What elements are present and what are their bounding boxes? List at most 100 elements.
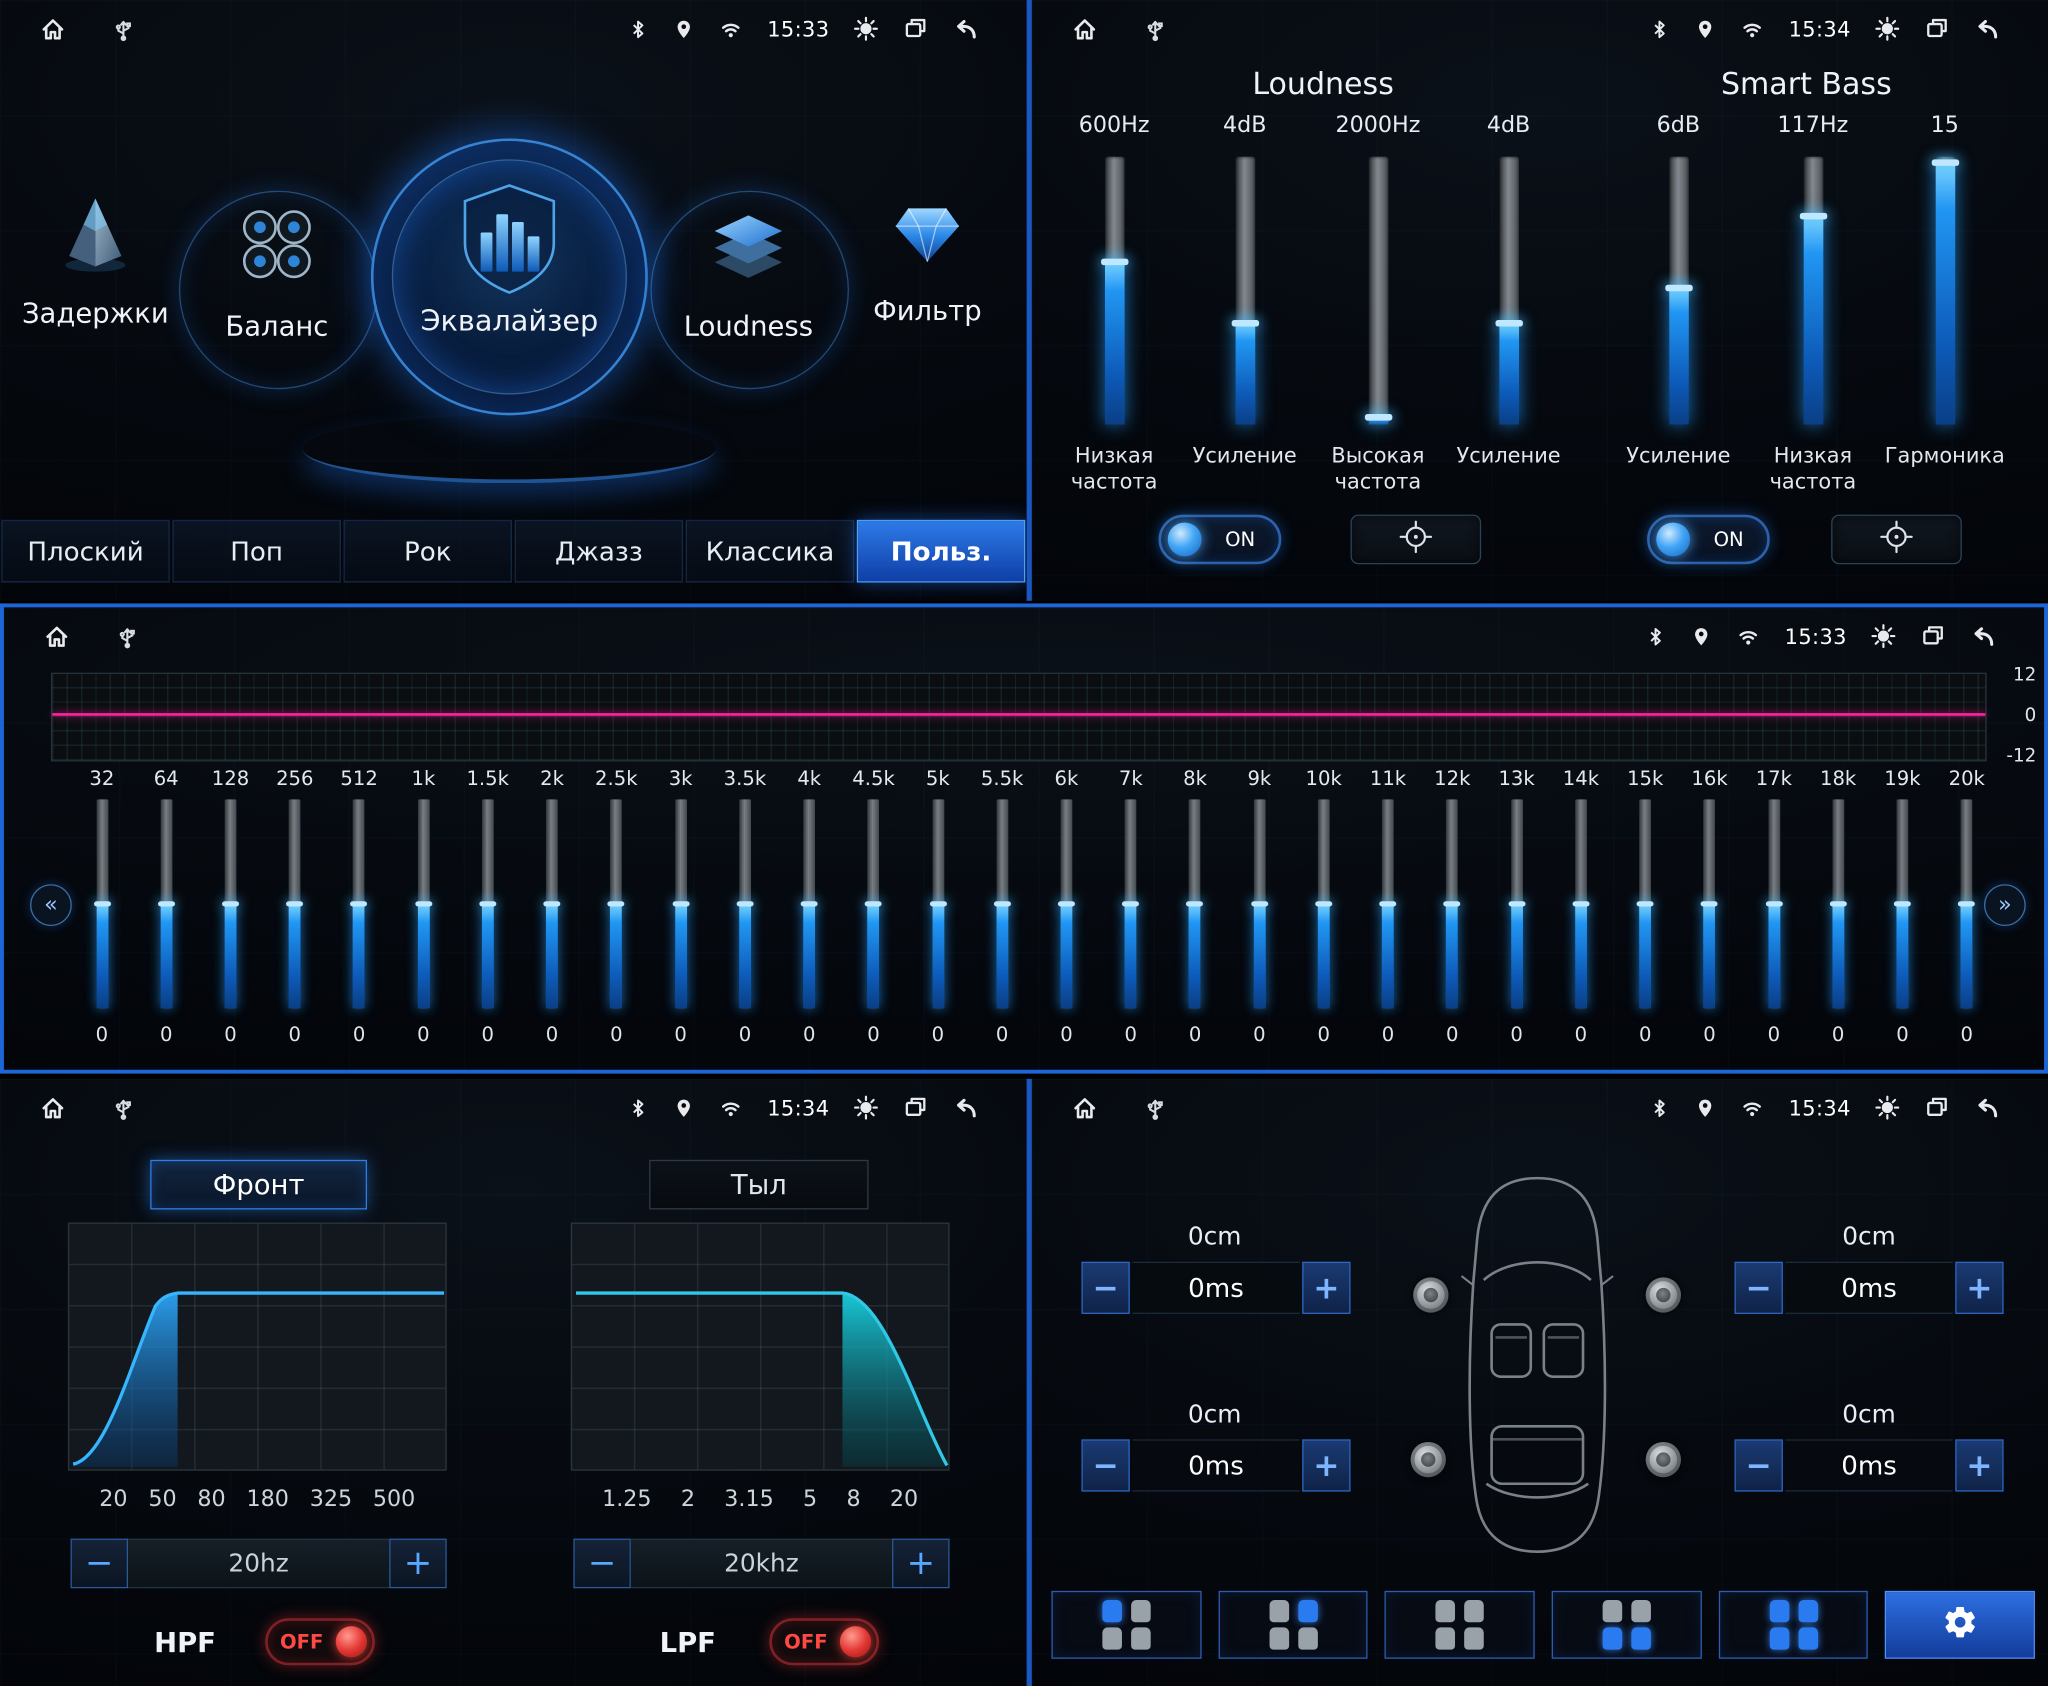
eq-band-slider[interactable]: [1704, 799, 1716, 1008]
recent-apps-icon[interactable]: [1920, 623, 1946, 649]
prev-page-arrow[interactable]: «: [30, 884, 72, 926]
menu-item-delays[interactable]: Задержки: [16, 191, 175, 329]
home-icon[interactable]: [1071, 15, 1098, 42]
delay-minus-button[interactable]: −: [1735, 1262, 1783, 1314]
eq-band-slider[interactable]: [353, 799, 365, 1008]
brightness-icon[interactable]: [1870, 623, 1896, 649]
slider-track[interactable]: [1235, 157, 1255, 425]
lpf-minus-button[interactable]: −: [573, 1539, 630, 1589]
eq-band-slider[interactable]: [1961, 799, 1973, 1008]
brightness-icon[interactable]: [1874, 16, 1900, 42]
eq-band-slider[interactable]: [418, 799, 430, 1008]
preset-button[interactable]: Плоский: [1, 520, 169, 583]
brightness-icon[interactable]: [1874, 1095, 1900, 1121]
loudness-on-toggle[interactable]: ON: [1159, 515, 1282, 565]
eq-band: 12k 0: [1430, 767, 1474, 1047]
menu-item-balance[interactable]: Баланс: [179, 199, 375, 343]
tab-front[interactable]: Фронт: [150, 1160, 367, 1210]
recent-apps-icon[interactable]: [1924, 1095, 1950, 1121]
eq-band-slider[interactable]: [482, 799, 494, 1008]
eq-band-slider[interactable]: [1575, 799, 1587, 1008]
eq-band-slider[interactable]: [996, 799, 1008, 1008]
band-value: 0: [932, 1023, 944, 1047]
listening-position-button[interactable]: [1218, 1591, 1368, 1659]
eq-band-slider[interactable]: [610, 799, 622, 1008]
eq-band-slider[interactable]: [1189, 799, 1201, 1008]
preset-button[interactable]: Поп: [172, 520, 340, 583]
recent-apps-icon[interactable]: [903, 16, 929, 42]
delay-plus-button[interactable]: +: [1302, 1262, 1350, 1314]
eq-band-slider[interactable]: [803, 799, 815, 1008]
back-icon[interactable]: [952, 1094, 979, 1121]
slider-track[interactable]: [1803, 157, 1823, 425]
loudness-tune-button[interactable]: [1351, 515, 1482, 565]
back-icon[interactable]: [1974, 1094, 2001, 1121]
preset-button[interactable]: Польз.: [857, 520, 1025, 583]
delay-minus-button[interactable]: −: [1081, 1439, 1129, 1491]
slider-track[interactable]: [1669, 157, 1689, 425]
home-icon[interactable]: [39, 1094, 66, 1121]
tab-rear[interactable]: Тыл: [649, 1160, 868, 1210]
eq-band-slider[interactable]: [868, 799, 880, 1008]
slider-track[interactable]: [1935, 157, 1955, 425]
eq-band-slider[interactable]: [739, 799, 751, 1008]
back-icon[interactable]: [1970, 622, 1997, 649]
delay-plus-button[interactable]: +: [1302, 1439, 1350, 1491]
lpf-plus-button[interactable]: +: [892, 1539, 949, 1589]
slider-track[interactable]: [1499, 157, 1519, 425]
eq-band-slider[interactable]: [1639, 799, 1651, 1008]
slider-track[interactable]: [1104, 157, 1124, 425]
eq-band-slider[interactable]: [1254, 799, 1266, 1008]
smartbass-tune-button[interactable]: [1831, 515, 1962, 565]
recent-apps-icon[interactable]: [903, 1095, 929, 1121]
eq-band-slider[interactable]: [1125, 799, 1137, 1008]
recent-apps-icon[interactable]: [1924, 16, 1950, 42]
slider-track[interactable]: [1368, 157, 1388, 425]
listening-position-button[interactable]: [1552, 1591, 1702, 1659]
eq-band-slider[interactable]: [225, 799, 237, 1008]
preset-button[interactable]: Рок: [344, 520, 512, 583]
hpf-plus-button[interactable]: +: [389, 1539, 446, 1589]
eq-band-slider[interactable]: [1768, 799, 1780, 1008]
brightness-icon[interactable]: [853, 1095, 879, 1121]
delay-plus-button[interactable]: +: [1955, 1262, 2003, 1314]
delay-plus-button[interactable]: +: [1955, 1439, 2003, 1491]
back-icon[interactable]: [952, 15, 979, 42]
slider-fill: [1061, 904, 1073, 1008]
home-icon[interactable]: [43, 622, 70, 649]
eq-band-slider[interactable]: [1832, 799, 1844, 1008]
listening-position-button[interactable]: [1051, 1591, 1201, 1659]
brightness-icon[interactable]: [853, 16, 879, 42]
listening-position-button[interactable]: [1718, 1591, 1868, 1659]
preset-button[interactable]: Классика: [686, 520, 854, 583]
eq-band-slider[interactable]: [1318, 799, 1330, 1008]
eq-band-slider[interactable]: [1511, 799, 1523, 1008]
lpf-off-toggle[interactable]: OFF: [769, 1618, 879, 1665]
eq-band-slider[interactable]: [1382, 799, 1394, 1008]
delay-minus-button[interactable]: −: [1081, 1262, 1129, 1314]
next-page-arrow[interactable]: »: [1984, 884, 2026, 926]
preset-button[interactable]: Джазз: [515, 520, 683, 583]
eq-band-slider[interactable]: [96, 799, 108, 1008]
back-icon[interactable]: [1974, 15, 2001, 42]
menu-item-filter[interactable]: Фильтр: [846, 191, 1008, 327]
menu-item-loudness[interactable]: Loudness: [650, 199, 846, 343]
delay-minus-button[interactable]: −: [1735, 1439, 1783, 1491]
listening-position-button[interactable]: [1385, 1591, 1535, 1659]
home-icon[interactable]: [39, 15, 66, 42]
home-icon[interactable]: [1071, 1094, 1098, 1121]
delay-settings-button[interactable]: [1885, 1591, 2035, 1659]
eq-band-slider[interactable]: [1061, 799, 1073, 1008]
eq-band-slider[interactable]: [289, 799, 301, 1008]
hpf-minus-button[interactable]: −: [71, 1539, 128, 1589]
eq-band-slider[interactable]: [1446, 799, 1458, 1008]
smartbass-on-toggle[interactable]: ON: [1647, 515, 1770, 565]
hpf-off-toggle[interactable]: OFF: [265, 1618, 375, 1665]
eq-band-slider[interactable]: [675, 799, 687, 1008]
menu-item-equalizer[interactable]: Эквалайзер: [371, 138, 648, 415]
eq-band-slider[interactable]: [160, 799, 172, 1008]
eq-band-slider[interactable]: [1897, 799, 1909, 1008]
eq-band-slider[interactable]: [546, 799, 558, 1008]
eq-band-slider[interactable]: [932, 799, 944, 1008]
distance-value: 0cm: [1130, 1223, 1300, 1252]
